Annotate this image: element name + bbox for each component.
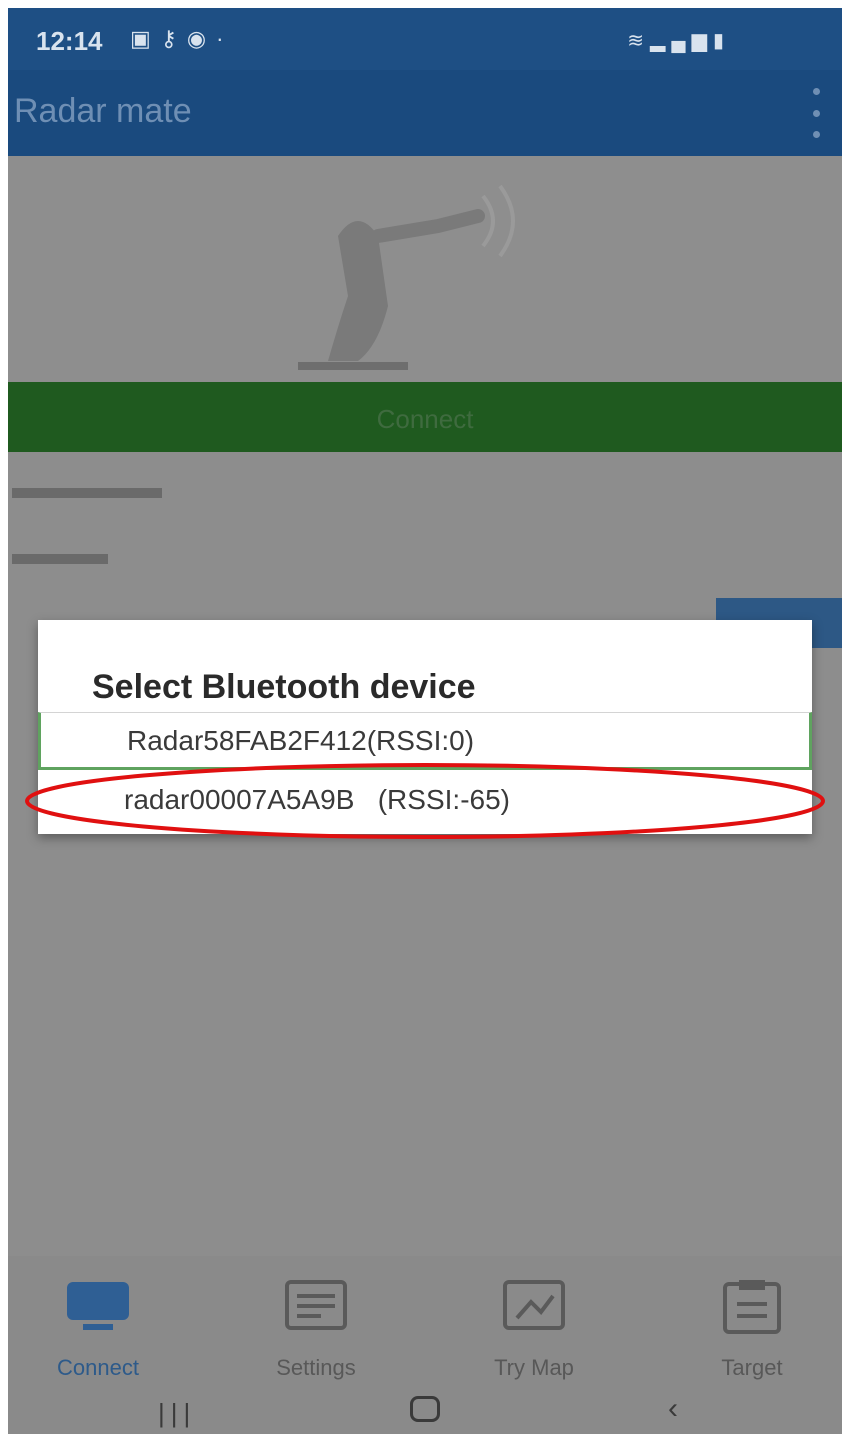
device-list-item[interactable]: radar00007A5A9B (RSSI:-65): [25, 763, 825, 839]
nav-item-target[interactable]: Target: [662, 1276, 842, 1381]
background-row-2: [12, 548, 122, 568]
radar-person-icon: [298, 184, 515, 370]
status-time: 12:14: [36, 26, 103, 56]
connect-button-label: Connect: [376, 404, 474, 434]
status-notification-icons: ▣⚷◉·: [130, 26, 233, 52]
nav-label: Connect: [57, 1355, 139, 1380]
image-icon: ▣: [130, 26, 161, 51]
wifi-icon: ≋: [627, 30, 651, 52]
bluetooth-device-dialog: Select Bluetooth device Radar58FAB2F412(…: [25, 620, 825, 839]
key-icon: ⚷: [160, 26, 187, 51]
recents-icon[interactable]: |||: [158, 1398, 196, 1429]
back-icon[interactable]: ‹: [668, 1392, 678, 1426]
target-icon: [723, 1280, 781, 1334]
app-bar: Radar mate: [8, 70, 842, 156]
settings-list-icon: [285, 1280, 347, 1330]
home-icon[interactable]: [410, 1396, 440, 1422]
hero-illustration: [8, 156, 842, 382]
status-bar: 12:14 ▣⚷◉· ≋▂▄▆▮: [8, 8, 842, 70]
device-label: Radar58FAB2F412(RSSI:0): [127, 725, 475, 756]
map-icon: [503, 1280, 565, 1330]
background-row-1: [12, 482, 172, 502]
nav-item-settings[interactable]: Settings: [226, 1276, 406, 1381]
signal-icon: ▂▄▆: [650, 30, 713, 52]
device-label: radar00007A5A9B (RSSI:-65): [124, 784, 510, 815]
android-icon: ◉: [186, 26, 217, 51]
bottom-navigation: Connect Settings Try Map Target: [8, 1256, 842, 1386]
connect-button[interactable]: Connect: [8, 382, 842, 452]
dot-icon: ·: [216, 26, 234, 51]
nav-label: Try Map: [494, 1355, 574, 1380]
status-system-icons: ≋▂▄▆▮: [627, 28, 730, 53]
nav-item-connect[interactable]: Connect: [8, 1276, 188, 1381]
phone-screen: 12:14 ▣⚷◉· ≋▂▄▆▮ Radar mate Connect Sele: [8, 8, 842, 1434]
nav-label: Target: [721, 1355, 783, 1380]
app-title: Radar mate: [14, 92, 192, 130]
overflow-menu-icon[interactable]: [808, 88, 824, 138]
nav-label: Settings: [276, 1355, 356, 1380]
system-navigation-bar: ||| ‹: [8, 1386, 842, 1434]
device-list-item[interactable]: Radar58FAB2F412(RSSI:0): [38, 712, 812, 770]
nav-item-try-map[interactable]: Try Map: [444, 1276, 624, 1381]
dialog-title: Select Bluetooth device: [92, 668, 476, 706]
battery-icon: ▮: [712, 30, 730, 52]
monitor-icon: [67, 1282, 129, 1330]
